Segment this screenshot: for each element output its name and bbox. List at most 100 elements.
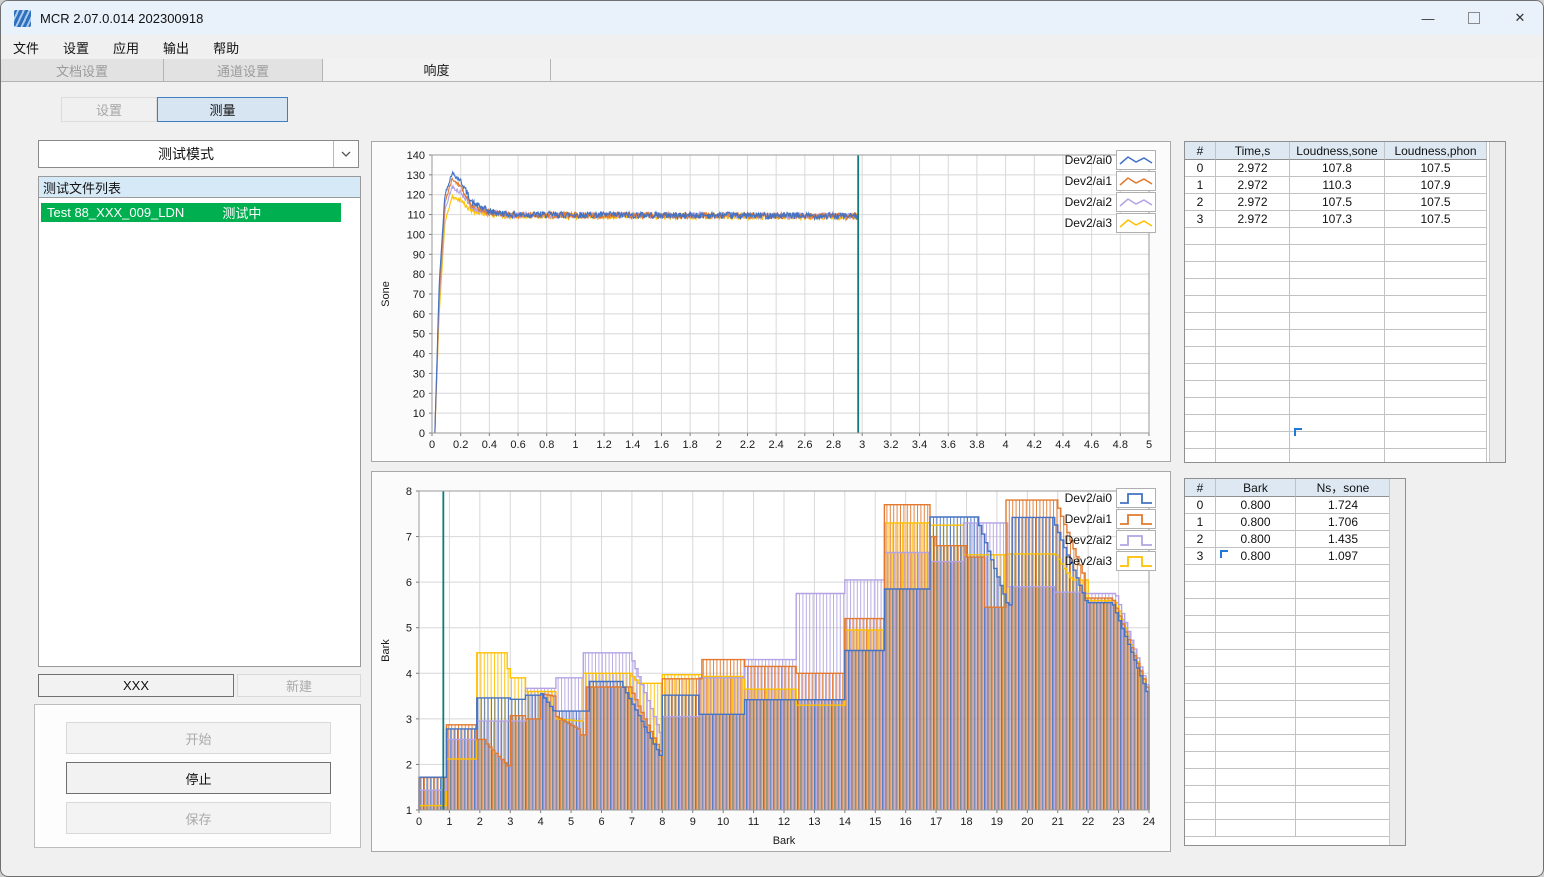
menu-item-file[interactable]: 文件	[1, 35, 51, 59]
chevron-down-icon[interactable]	[333, 141, 358, 167]
table-cell	[1185, 803, 1216, 820]
table-empty-row[interactable]	[1185, 228, 1487, 245]
legend-entry-Dev2/ai2[interactable]: Dev2/ai2	[1044, 192, 1156, 212]
table-cell: 107.5	[1385, 211, 1487, 228]
table-empty-row[interactable]	[1185, 633, 1391, 650]
table-empty-row[interactable]	[1185, 650, 1391, 667]
file-list-item-running[interactable]: Test 88_XXX_009_LDN 测试中	[41, 203, 341, 222]
legend-entry-Dev2/ai3[interactable]: Dev2/ai3	[1044, 213, 1156, 233]
table-empty-row[interactable]	[1185, 701, 1391, 718]
tab-document-settings[interactable]: 文档设置	[1, 59, 164, 81]
close-button[interactable]: ✕	[1497, 1, 1543, 35]
legend-entry-Dev2/ai0[interactable]: Dev2/ai0	[1044, 150, 1156, 170]
table-cell	[1385, 262, 1487, 279]
table-cell	[1216, 228, 1290, 245]
table-empty-row[interactable]	[1185, 752, 1391, 769]
x-tick-label: 10	[717, 816, 729, 828]
table-empty-row[interactable]	[1185, 718, 1391, 735]
subtab-measure[interactable]: 测量	[157, 97, 288, 122]
menu-item-output[interactable]: 输出	[151, 35, 201, 59]
table-empty-row[interactable]	[1185, 364, 1487, 381]
table-cell: 107.5	[1385, 194, 1487, 211]
loudness-time-chart[interactable]: 0 0.2 0.4 0.6 0.8 1 1.2 1.4 1.6 1.8 2 2.2 2.4 2.6 2.8 3…	[371, 141, 1171, 470]
tab-channel-settings[interactable]: 通道设置	[164, 59, 323, 81]
specific-loudness-chart[interactable]: 0 1 2 3 4 5 6 7 8 9 10 11 12 13 14 15 16 17 18 19 20 21 22 23 24…	[371, 471, 1171, 852]
tab-loudness[interactable]: 响度	[323, 59, 551, 81]
table-empty-row[interactable]	[1185, 313, 1487, 330]
table-row[interactable]: 1 2.972 110.3 107.9	[1185, 177, 1487, 194]
menu-item-settings[interactable]: 设置	[51, 35, 101, 59]
line-sample-icon[interactable]	[1116, 192, 1156, 212]
legend-entry-Dev2/ai0[interactable]: Dev2/ai0	[1044, 488, 1156, 508]
menubar: 文件 设置 应用 输出 帮助	[1, 35, 1543, 59]
test-mode-select[interactable]: 测试模式	[38, 140, 359, 168]
table-empty-row[interactable]	[1185, 599, 1391, 616]
subtab-settings[interactable]: 设置	[61, 97, 157, 122]
table-empty-row[interactable]	[1185, 667, 1391, 684]
legend-entry-Dev2/ai1[interactable]: Dev2/ai1	[1044, 509, 1156, 529]
ns-table[interactable]: # Bark Ns，sone 0 0.800 1.724 1 0.800 1.706 2 0.800…	[1184, 478, 1406, 846]
table-empty-row[interactable]	[1185, 565, 1391, 582]
legend-entry-Dev2/ai1[interactable]: Dev2/ai1	[1044, 171, 1156, 191]
table-cell	[1296, 735, 1391, 752]
step-sample-icon[interactable]	[1116, 509, 1156, 529]
legend-entry-Dev2/ai3[interactable]: Dev2/ai3	[1044, 551, 1156, 571]
table-cell	[1216, 449, 1290, 462]
table-empty-row[interactable]	[1185, 684, 1391, 701]
legend-entry-Dev2/ai2[interactable]: Dev2/ai2	[1044, 530, 1156, 550]
table-empty-row[interactable]	[1185, 582, 1391, 599]
menu-item-apply[interactable]: 应用	[101, 35, 151, 59]
table-empty-row[interactable]	[1185, 803, 1391, 820]
ns-table-scrollbar[interactable]	[1389, 479, 1405, 845]
y-tick-label: 60	[413, 309, 425, 321]
line-sample-icon[interactable]	[1116, 150, 1156, 170]
table-row[interactable]: 0 2.972 107.8 107.5	[1185, 160, 1487, 177]
line-sample-icon[interactable]	[1116, 213, 1156, 233]
table-row[interactable]: 3 0.800 1.097	[1185, 548, 1391, 565]
minimize-button[interactable]: —	[1405, 1, 1451, 35]
table-empty-row[interactable]	[1185, 735, 1391, 752]
maximize-button[interactable]	[1451, 1, 1497, 35]
table-empty-row[interactable]	[1185, 296, 1487, 313]
menu-item-help[interactable]: 帮助	[201, 35, 251, 59]
loudness-table[interactable]: # Time,s Loudness,sone Loudness,phon 0 2.972 1…	[1184, 141, 1506, 463]
table-row[interactable]: 3 2.972 107.3 107.5	[1185, 211, 1487, 228]
table-cell	[1216, 650, 1296, 667]
new-button[interactable]: 新建	[237, 674, 361, 697]
table-empty-row[interactable]	[1185, 245, 1487, 262]
start-button[interactable]: 开始	[66, 722, 331, 754]
step-sample-icon[interactable]	[1116, 488, 1156, 508]
table-empty-row[interactable]	[1185, 449, 1487, 462]
table-empty-row[interactable]	[1185, 820, 1391, 837]
xxx-button[interactable]: XXX	[38, 674, 234, 697]
table-empty-row[interactable]	[1185, 415, 1487, 432]
table-empty-row[interactable]	[1185, 616, 1391, 633]
y-tick-label: 1	[406, 805, 412, 817]
table-empty-row[interactable]	[1185, 769, 1391, 786]
line-sample-icon[interactable]	[1116, 171, 1156, 191]
table-cell	[1185, 398, 1216, 415]
table-cell: 1.706	[1296, 514, 1391, 531]
table-empty-row[interactable]	[1185, 279, 1487, 296]
loudness-table-scrollbar[interactable]	[1489, 142, 1505, 462]
table-cell: 1	[1185, 177, 1216, 194]
step-sample-icon[interactable]	[1116, 551, 1156, 571]
table-empty-row[interactable]	[1185, 262, 1487, 279]
table-row[interactable]: 1 0.800 1.706	[1185, 514, 1391, 531]
table-empty-row[interactable]	[1185, 398, 1487, 415]
table-cell	[1216, 398, 1290, 415]
table-row[interactable]: 2 2.972 107.5 107.5	[1185, 194, 1487, 211]
x-tick-label: 7	[629, 816, 635, 828]
file-list[interactable]: Test 88_XXX_009_LDN 测试中	[38, 197, 361, 667]
step-sample-icon[interactable]	[1116, 530, 1156, 550]
table-row[interactable]: 2 0.800 1.435	[1185, 531, 1391, 548]
table-row[interactable]: 0 0.800 1.724	[1185, 497, 1391, 514]
table-empty-row[interactable]	[1185, 330, 1487, 347]
stop-button[interactable]: 停止	[66, 762, 331, 794]
save-button[interactable]: 保存	[66, 802, 331, 834]
x-tick-label: 4	[538, 816, 544, 828]
table-empty-row[interactable]	[1185, 347, 1487, 364]
table-empty-row[interactable]	[1185, 786, 1391, 803]
table-empty-row[interactable]	[1185, 381, 1487, 398]
table-empty-row[interactable]	[1185, 432, 1487, 449]
